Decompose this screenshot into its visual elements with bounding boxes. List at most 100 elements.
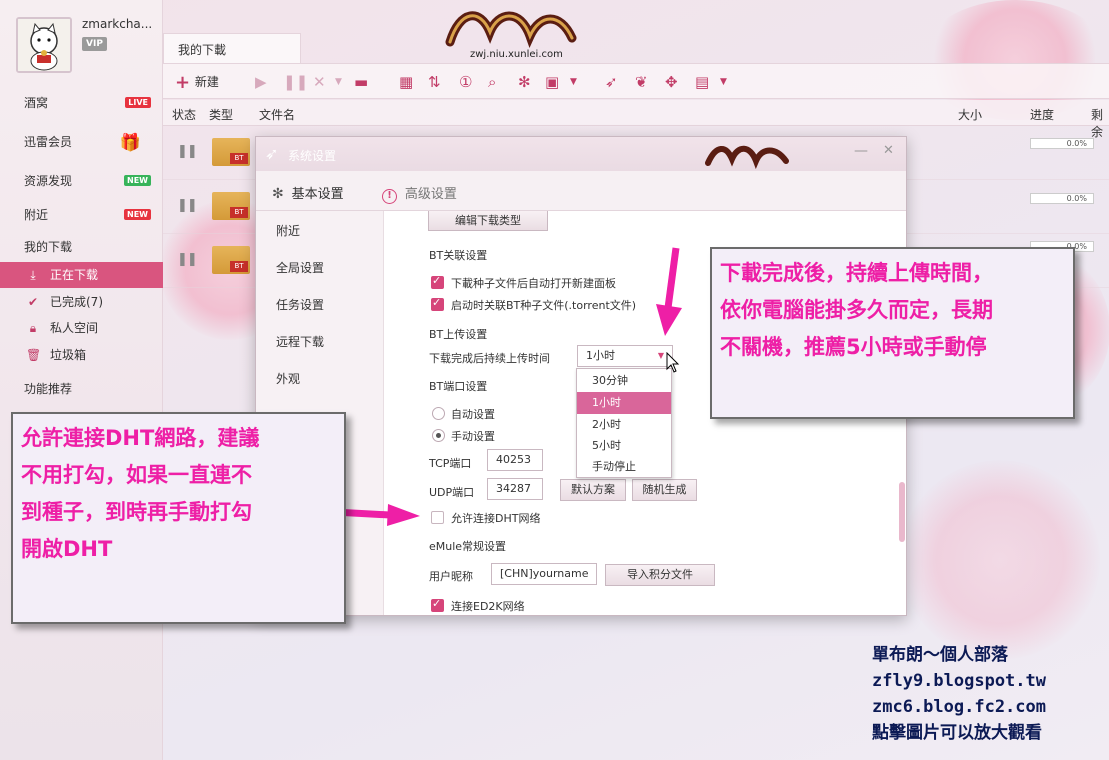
sidebar-item-completed[interactable]: ✔ 已完成(7) [0,289,163,315]
username[interactable]: zmarkcha... [82,17,152,31]
upload-duration-dropdown: 30分钟 1小时 2小时 5小时 手动停止 [576,368,672,478]
associate-torrent-checkbox[interactable] [431,296,444,311]
tab-my-downloads[interactable]: 我的下載 [163,33,301,63]
bt-assoc-title: BT关联设置 [429,249,488,262]
plus-icon: + [175,72,191,93]
sidebar-section-my-downloads[interactable]: 我的下载 [0,234,163,260]
blog-url-1[interactable]: zfly9.blogspot.tw [872,668,1092,694]
pause-icon[interactable]: ❚❚ [177,252,198,267]
column-type[interactable]: 类型 [209,106,233,123]
auto-open-panel-checkbox[interactable] [431,274,444,289]
nickname-input[interactable]: [CHN]yourname [491,563,597,585]
scrollbar[interactable] [899,482,905,542]
upload-duration-label: 下载完成后持续上传时间 [429,352,550,365]
chinese-char-icon[interactable]: ▤ [695,72,709,92]
column-filename[interactable]: 文件名 [259,106,295,123]
minimize-icon[interactable]: — [854,143,868,159]
app-logo: zwj.niu.xunlei.com [440,2,580,60]
column-progress[interactable]: 进度 [1030,106,1054,123]
nav-task[interactable]: 任务设置 [256,287,384,324]
edit-download-types-button[interactable]: 编辑下载类型 [428,211,548,231]
connect-ed2k-label: 连接ED2K网络 [451,600,525,613]
chevron-down-icon[interactable]: ▼ [720,72,727,92]
new-task-label: 新建 [194,75,219,89]
nav-appearance[interactable]: 外观 [256,361,384,398]
new-task-button[interactable]: + 新建 [175,72,219,93]
sidebar-item-nearby[interactable]: 附近 NEW [0,202,163,228]
bt-type: BT [230,153,248,164]
manual-port-radio[interactable] [432,429,445,442]
connect-ed2k-checkbox[interactable] [431,597,444,612]
tab-advanced-settings[interactable]: ! 高级设置 [382,183,457,204]
check-icon: ✔ [27,295,39,309]
allow-dht-checkbox[interactable] [431,511,444,524]
udp-port-input[interactable]: 34287 [487,478,543,500]
callout-line: 不用打勾，如果一直連不 [21,463,252,487]
option-2h[interactable]: 2小时 [577,414,671,436]
column-status[interactable]: 状态 [172,106,196,123]
auto-port-radio[interactable] [432,407,445,420]
play-icon[interactable]: ▶ [255,72,267,92]
option-1h[interactable]: 1小时 [577,392,671,414]
sidebar-section-recommend[interactable]: 功能推荐 [0,376,163,402]
import-points-button[interactable]: 导入积分文件 [605,564,715,586]
mouse-cursor-icon [666,352,680,373]
default-scheme-button[interactable]: 默认方案 [560,479,626,501]
dialog-titlebar: ➶ 系统设置 — ✕ [256,137,906,171]
blog-url-2[interactable]: zmc6.blog.fc2.com [872,694,1092,720]
number-one-icon[interactable]: ① [459,72,472,92]
sidebar-item-label: 我的下载 [24,240,73,254]
nav-remote[interactable]: 远程下载 [256,324,384,361]
toolbar: + 新建 ▶ ❚❚ ✕ ▼ ▬ ▦ ⇅ ① ⌕ ✻ ▣ ▼ ➶ ❦ ✥ ▤ ▼ [163,63,1109,99]
upload-duration-select[interactable]: 1小时 ▼ [577,345,673,367]
nickname-label: 用户昵称 [429,570,473,583]
grid-icon[interactable]: ▦ [399,72,413,92]
associate-torrent-label: 启动时关联BT种子文件(.torrent文件) [451,299,637,312]
blog-watermark: 單布朗～個人部落 zfly9.blogspot.tw zmc6.blog.fc2… [872,642,1092,746]
chevron-down-icon[interactable]: ▼ [335,72,342,92]
folder-icon[interactable]: ▬ [354,72,368,92]
sidebar-item-downloading[interactable]: ⤓ 正在下载 [0,262,163,288]
sidebar-item-private-space[interactable]: 🔒︎ 私人空间 [0,315,163,341]
option-manual-stop[interactable]: 手动停止 [577,456,671,478]
tab-basic-settings[interactable]: ✻ 基本设置 [272,183,344,202]
random-generate-button[interactable]: 随机生成 [632,479,697,501]
gear-icon[interactable]: ✻ [518,72,531,92]
callout-line: 開啟DHT [21,537,113,561]
bt-folder-icon: BT [212,192,250,220]
progress-bar: 0.0% [1030,193,1094,204]
sidebar-item-trash[interactable]: 🗑︎ 垃圾箱 [0,342,163,368]
close-icon[interactable]: ✕ [883,143,894,158]
vip-icon[interactable]: ▣ [545,72,559,92]
chevron-down-icon[interactable]: ▼ [570,72,577,92]
sidebar-item-resources[interactable]: 资源发现 NEW [0,168,163,194]
dht-callout: 允許連接DHT網路，建議 不用打勾，如果一直連不 到種子，到時再手動打勾 開啟D… [11,412,346,624]
new-badge: NEW [124,175,151,186]
sidebar-item-vip-member[interactable]: 迅雷会员 🎁 [0,129,163,155]
fox-icon[interactable]: ❦ [635,72,648,92]
delete-icon[interactable]: ✕ [313,72,326,92]
dialog-tabs: ✻ 基本设置 ! 高级设置 [256,171,906,211]
sort-icon[interactable]: ⇅ [428,72,441,92]
gift-icon: 🎁 [119,133,141,153]
gamepad-icon[interactable]: ✥ [665,72,678,92]
sidebar-item-label: 正在下载 [50,268,99,282]
search-icon[interactable]: ⌕ [488,72,496,92]
nav-global[interactable]: 全局设置 [256,250,384,287]
pause-icon[interactable]: ❚❚ [177,144,198,159]
pause-icon[interactable]: ❚❚ [283,72,308,92]
column-size[interactable]: 大小 [958,106,982,123]
tcp-port-input[interactable]: 40253 [487,449,543,471]
avatar[interactable] [16,17,72,73]
nav-nearby[interactable]: 附近 [256,213,384,250]
callout-line: 下載完成後，持續上傳時間， [720,261,993,285]
option-5h[interactable]: 5小时 [577,435,671,457]
sidebar-item-jiuwo[interactable]: 酒窝 LIVE [0,90,163,116]
pause-icon[interactable]: ❚❚ [177,198,198,213]
bird-icon[interactable]: ➶ [605,72,618,92]
upload-duration-value: 1小时 [586,349,615,362]
bird-logo-icon: ➶ [265,144,279,163]
manual-port-label: 手动设置 [451,430,495,443]
auto-port-label: 自动设置 [451,408,495,421]
option-30min[interactable]: 30分钟 [577,370,671,392]
